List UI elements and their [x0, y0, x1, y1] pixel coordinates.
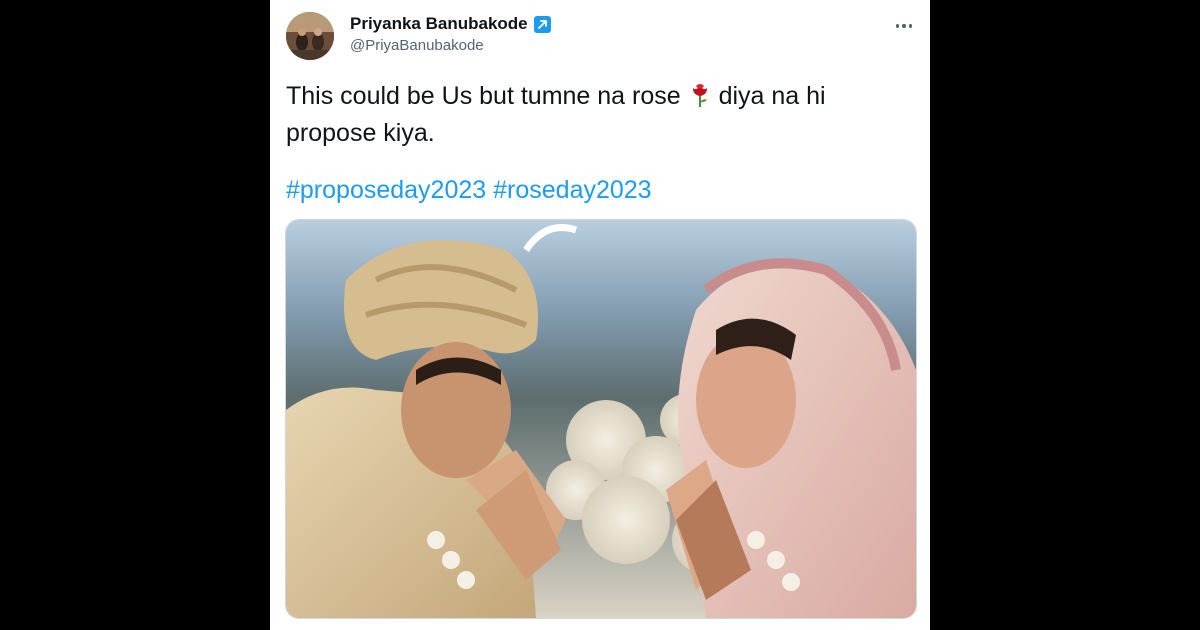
hashtag-link[interactable]: #proposeday2023	[286, 176, 486, 204]
rose-emoji	[690, 82, 710, 117]
author-handle[interactable]: @PriyaBanubakode	[350, 37, 484, 54]
arrow-up-right-icon	[533, 15, 551, 33]
author-name-row[interactable]: Priyanka Banubakode	[350, 14, 551, 34]
author-name[interactable]: Priyanka Banubakode	[350, 14, 528, 34]
tweet-photo[interactable]	[285, 219, 917, 619]
tweet-text: This could be Us but tumne na rose diya …	[286, 80, 906, 150]
tweet-card: Priyanka Banubakode @PriyaBanubakode Thi…	[270, 0, 930, 630]
hashtags: #proposeday2023 #roseday2023	[286, 174, 652, 207]
hashtag-link[interactable]: #roseday2023	[493, 176, 651, 204]
avatar[interactable]	[286, 12, 334, 60]
tweet-text-part1: This could be Us but tumne na rose	[286, 82, 681, 110]
more-horizontal-icon[interactable]	[892, 14, 916, 38]
